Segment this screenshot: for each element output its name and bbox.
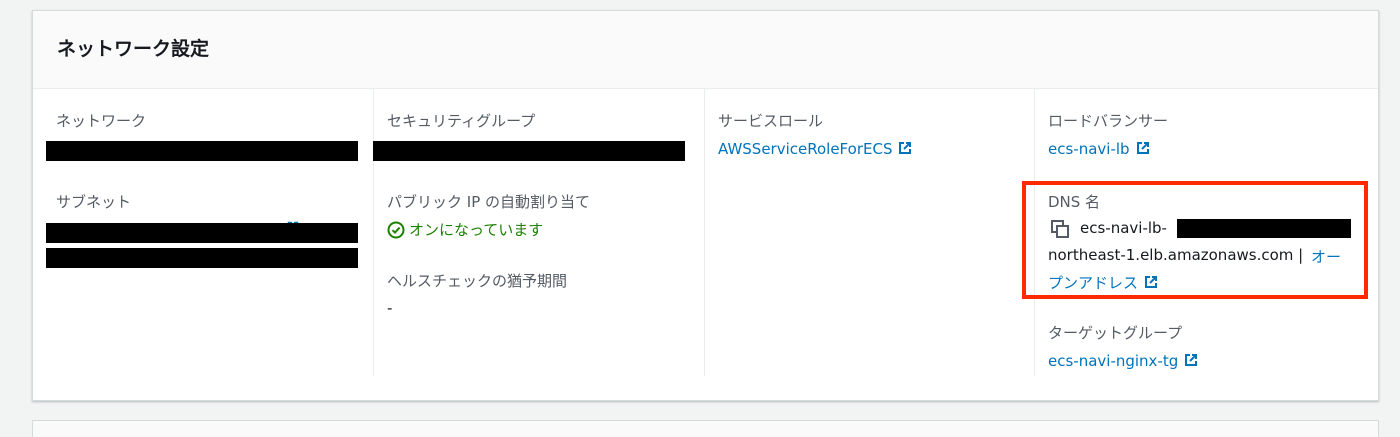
target-group-link[interactable]: ecs-navi-nginx-tg bbox=[1048, 352, 1199, 370]
service-role-label: サービスロール bbox=[718, 112, 824, 130]
service-role-link-text: AWSServiceRoleForECS bbox=[718, 140, 893, 158]
column-divider bbox=[373, 88, 374, 376]
target-group-label: ターゲットグループ bbox=[1048, 324, 1183, 342]
health-check-value: - bbox=[387, 299, 393, 317]
network-label: ネットワーク bbox=[56, 112, 147, 130]
public-ip-status: オンになっています bbox=[387, 219, 543, 240]
redacted-subnet-value bbox=[46, 248, 358, 268]
redacted-security-group-value bbox=[373, 141, 685, 161]
open-address-link-part1[interactable]: オー bbox=[1311, 246, 1341, 267]
redacted-dns-value bbox=[1177, 219, 1351, 238]
panel-header: ネットワーク設定 bbox=[33, 11, 1378, 89]
load-balancer-link[interactable]: ecs-navi-lb bbox=[1048, 140, 1151, 158]
copy-icon[interactable] bbox=[1050, 219, 1070, 243]
public-ip-status-text: オンになっています bbox=[409, 221, 544, 239]
external-link-icon bbox=[1185, 354, 1198, 366]
subnet-label: サブネット bbox=[56, 193, 132, 211]
load-balancer-link-text: ecs-navi-lb bbox=[1048, 140, 1130, 158]
dns-name-value-end: northeast-1.elb.amazonaws.com | bbox=[1048, 246, 1304, 264]
security-group-label: セキュリティグループ bbox=[387, 112, 536, 130]
open-address-link-text: プンアドレス bbox=[1048, 274, 1139, 292]
column-divider bbox=[704, 88, 705, 376]
public-ip-label: パブリック IP の自動割り当て bbox=[387, 193, 591, 211]
next-panel bbox=[32, 420, 1379, 437]
target-group-link-text: ecs-navi-nginx-tg bbox=[1048, 352, 1179, 370]
load-balancer-label: ロードバランサー bbox=[1048, 112, 1169, 130]
dns-name-value-start: ecs-navi-lb- bbox=[1080, 219, 1167, 237]
external-link-icon bbox=[1136, 142, 1149, 154]
external-link-icon bbox=[1145, 276, 1158, 288]
open-address-link[interactable]: プンアドレス bbox=[1048, 272, 1159, 293]
page-title: ネットワーク設定 bbox=[57, 38, 210, 60]
status-success-icon bbox=[387, 221, 405, 238]
service-role-link[interactable]: AWSServiceRoleForECS bbox=[718, 140, 913, 158]
redacted-subnet-value bbox=[46, 223, 358, 243]
redacted-network-value bbox=[46, 141, 358, 161]
external-link-icon bbox=[899, 142, 912, 154]
health-check-label: ヘルスチェックの猶予期間 bbox=[387, 272, 568, 290]
dns-name-label: DNS 名 bbox=[1048, 193, 1101, 211]
